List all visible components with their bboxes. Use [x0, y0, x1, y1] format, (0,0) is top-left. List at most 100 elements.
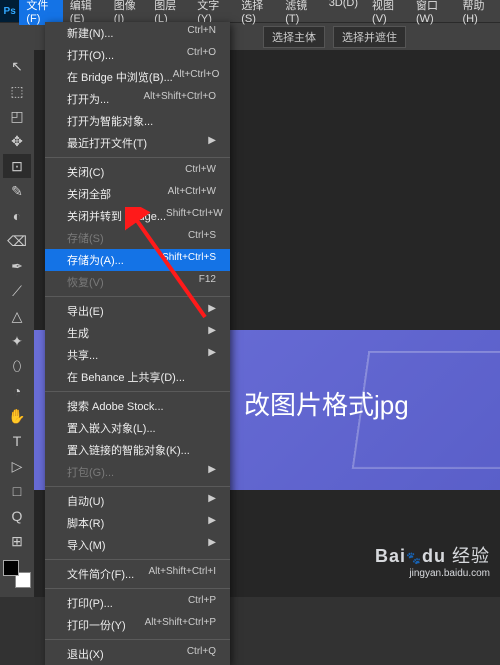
tool-3[interactable]: ✥ [3, 129, 31, 153]
menu-item-shortcut: Shift+Ctrl+S [162, 252, 216, 268]
wm-url: jingyan.baidu.com [375, 568, 490, 579]
menu-窗口[interactable]: 窗口(W) [409, 0, 455, 25]
menu-item[interactable]: 导入(M)▶ [45, 534, 230, 556]
menu-item-shortcut: F12 [199, 274, 216, 290]
menu-separator [45, 588, 230, 589]
submenu-arrow-icon: ▶ [208, 515, 216, 531]
menu-item-label: 关闭并转到 Bridge... [67, 208, 166, 224]
menu-item-label: 最近打开文件(T) [67, 135, 147, 151]
menu-item[interactable]: 打开为...Alt+Shift+Ctrl+O [45, 88, 230, 110]
select-and-mask-button[interactable]: 选择并遮住 [333, 26, 406, 48]
wm-part1: Bai [375, 546, 406, 566]
menu-item-shortcut: Shift+Ctrl+W [166, 208, 223, 224]
tool-19[interactable]: ⊞ [3, 529, 31, 553]
menu-item[interactable]: 新建(N)...Ctrl+N [45, 22, 230, 44]
tool-10[interactable]: △ [3, 304, 31, 328]
menu-item-shortcut: Ctrl+O [187, 47, 216, 63]
menu-item-label: 打印(P)... [67, 595, 113, 611]
menu-item[interactable]: 置入嵌入对象(L)... [45, 417, 230, 439]
menu-separator [45, 391, 230, 392]
menu-item-label: 恢复(V) [67, 274, 104, 290]
paw-icon: 🐾 [406, 551, 422, 565]
menu-视图[interactable]: 视图(V) [365, 0, 409, 25]
tool-2[interactable]: ◰ [3, 104, 31, 128]
tool-4[interactable]: ⊡ [3, 154, 31, 178]
tools-panel: ↖⬚◰✥⊡✎◐⌫✒⟋△✦⬯◔✋T▷□Q⊞ [0, 50, 34, 597]
menu-item[interactable]: 关闭(C)Ctrl+W [45, 161, 230, 183]
document-text: 改图片格式jpg [244, 385, 409, 422]
menu-item-shortcut: Alt+Ctrl+O [173, 69, 220, 85]
menu-item[interactable]: 在 Bridge 中浏览(B)...Alt+Ctrl+O [45, 66, 230, 88]
tool-11[interactable]: ✦ [3, 329, 31, 353]
menu-item[interactable]: 打印(P)...Ctrl+P [45, 592, 230, 614]
menu-item: 恢复(V) F12 [45, 271, 230, 293]
menu-item[interactable]: 导出(E)▶ [45, 300, 230, 322]
tool-18[interactable]: Q [3, 504, 31, 528]
menu-item-label: 打包(G)... [67, 464, 114, 480]
menu-item-label: 搜索 Adobe Stock... [67, 398, 164, 414]
menu-item-shortcut: Ctrl+S [188, 230, 216, 246]
file-menu-dropdown: 新建(N)...Ctrl+N打开(O)...Ctrl+O在 Bridge 中浏览… [45, 22, 230, 665]
menu-item[interactable]: 搜索 Adobe Stock... [45, 395, 230, 417]
tool-7[interactable]: ⌫ [3, 229, 31, 253]
submenu-arrow-icon: ▶ [208, 135, 216, 151]
tool-6[interactable]: ◐ [3, 204, 31, 228]
menu-item-label: 打开为智能对象... [67, 113, 153, 129]
wm-part3: 经验 [452, 546, 490, 566]
menu-item[interactable]: 共享...▶ [45, 344, 230, 366]
tool-13[interactable]: ◔ [3, 379, 31, 403]
tool-1[interactable]: ⬚ [3, 79, 31, 103]
menu-item[interactable]: 生成▶ [45, 322, 230, 344]
tool-9[interactable]: ⟋ [3, 279, 31, 303]
tool-17[interactable]: □ [3, 479, 31, 503]
menu-item-label: 在 Behance 上共享(D)... [67, 369, 185, 385]
menu-item-label: 存储为(A)... [67, 252, 124, 268]
menu-item-shortcut: Alt+Ctrl+W [168, 186, 216, 202]
color-swatches[interactable] [3, 560, 31, 588]
menu-item[interactable]: 打印一份(Y) Alt+Shift+Ctrl+P [45, 614, 230, 636]
menu-item[interactable]: 关闭并转到 Bridge...Shift+Ctrl+W [45, 205, 230, 227]
menu-item[interactable]: 退出(X) Ctrl+Q [45, 643, 230, 665]
menu-item-label: 关闭全部 [67, 186, 111, 202]
menu-item[interactable]: 在 Behance 上共享(D)... [45, 366, 230, 388]
menu-item-label: 退出(X) [67, 646, 104, 662]
menu-item[interactable]: 打开为智能对象... [45, 110, 230, 132]
menu-item-shortcut: Alt+Shift+Ctrl+O [143, 91, 216, 107]
menu-item-label: 在 Bridge 中浏览(B)... [67, 69, 173, 85]
menu-item: 存储(S)Ctrl+S [45, 227, 230, 249]
submenu-arrow-icon: ▶ [208, 537, 216, 553]
menu-separator [45, 157, 230, 158]
menu-item[interactable]: 关闭全部 Alt+Ctrl+W [45, 183, 230, 205]
menu-item[interactable]: 存储为(A)... Shift+Ctrl+S [45, 249, 230, 271]
menu-item[interactable]: 自动(U)▶ [45, 490, 230, 512]
tool-8[interactable]: ✒ [3, 254, 31, 278]
menu-item-shortcut: Alt+Shift+Ctrl+P [145, 617, 216, 633]
tool-0[interactable]: ↖ [3, 54, 31, 78]
menu-滤镜[interactable]: 滤镜(T) [278, 0, 321, 25]
select-subject-button[interactable]: 选择主体 [263, 26, 325, 48]
tool-16[interactable]: ▷ [3, 454, 31, 478]
menu-item[interactable]: 打开(O)...Ctrl+O [45, 44, 230, 66]
menu-3d[interactable]: 3D(D) [322, 0, 365, 25]
menu-帮助[interactable]: 帮助(H) [456, 0, 500, 25]
photoshop-logo: Ps [0, 0, 19, 22]
menu-bar: Ps 文件(F)编辑(E)图像(I)图层(L)文字(Y)选择(S)滤镜(T)3D… [0, 0, 500, 22]
menu-item-label: 关闭(C) [67, 164, 104, 180]
menu-item[interactable]: 置入链接的智能对象(K)... [45, 439, 230, 461]
tool-5[interactable]: ✎ [3, 179, 31, 203]
tool-15[interactable]: T [3, 429, 31, 453]
menu-separator [45, 486, 230, 487]
menu-item-label: 打印一份(Y) [67, 617, 126, 633]
menu-item-label: 文件简介(F)... [67, 566, 134, 582]
menu-item-shortcut: Ctrl+N [187, 25, 216, 41]
menu-选择[interactable]: 选择(S) [234, 0, 278, 25]
watermark: Bai🐾du 经验 jingyan.baidu.com [375, 542, 490, 579]
menu-item-label: 生成 [67, 325, 89, 341]
menu-item[interactable]: 最近打开文件(T) ▶ [45, 132, 230, 154]
tool-14[interactable]: ✋ [3, 404, 31, 428]
submenu-arrow-icon: ▶ [208, 493, 216, 509]
menu-item[interactable]: 文件简介(F)...Alt+Shift+Ctrl+I [45, 563, 230, 585]
menu-item[interactable]: 脚本(R)▶ [45, 512, 230, 534]
menu-item-shortcut: Ctrl+Q [187, 646, 216, 662]
tool-12[interactable]: ⬯ [3, 354, 31, 378]
